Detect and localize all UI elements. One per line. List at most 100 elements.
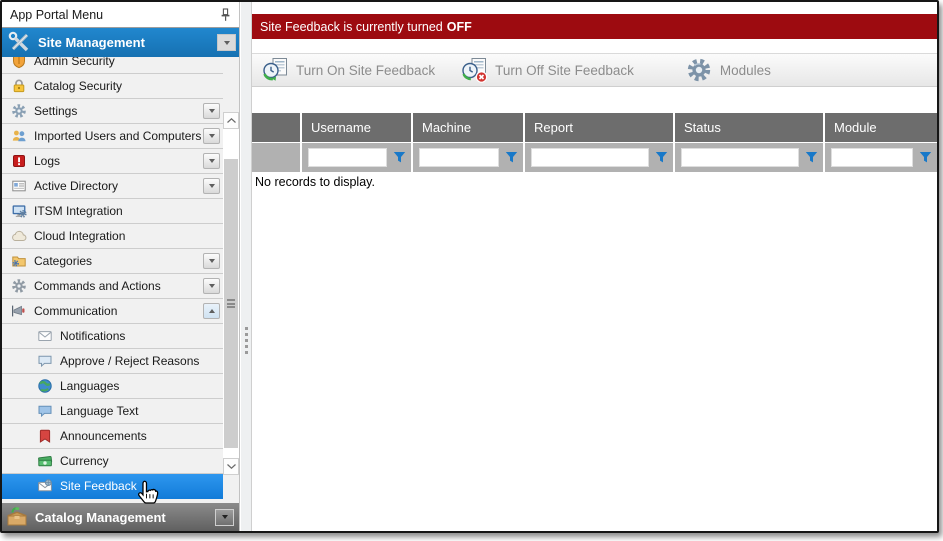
column-header-username[interactable]: Username xyxy=(302,113,411,142)
sidebar-item-label: Cloud Integration xyxy=(34,229,125,243)
sidebar-header: App Portal Menu xyxy=(2,2,239,28)
report-filter-input[interactable] xyxy=(531,148,649,167)
chevron-down-icon[interactable] xyxy=(203,253,220,269)
button-label: Turn Off Site Feedback xyxy=(495,63,634,78)
grid-filter-row xyxy=(252,143,937,172)
speech-bubble-icon xyxy=(37,353,53,369)
chevron-down-icon[interactable] xyxy=(215,509,234,526)
column-header-report[interactable]: Report xyxy=(525,113,673,142)
banner-status: OFF xyxy=(447,20,472,34)
splitter-grip-icon xyxy=(245,324,248,357)
sidebar-item-itsm-integration[interactable]: ITSM Integration xyxy=(2,199,223,224)
sidebar-item-label: Commands and Actions xyxy=(34,279,161,293)
monitor-gear-icon xyxy=(11,203,27,219)
sidebar-item-site-feedback[interactable]: Site Feedback xyxy=(2,474,223,499)
sidebar-item-label: Active Directory xyxy=(34,179,118,193)
status-filter-input[interactable] xyxy=(681,148,799,167)
feedback-envelope-icon xyxy=(37,478,53,494)
panel-splitter[interactable] xyxy=(241,2,252,531)
bookmark-icon xyxy=(37,428,53,444)
filter-cell-handle xyxy=(252,143,300,172)
column-header-status[interactable]: Status xyxy=(675,113,823,142)
chevron-down-icon[interactable] xyxy=(203,278,220,294)
sidebar-title: App Portal Menu xyxy=(10,8,219,22)
column-header-handle xyxy=(252,113,300,142)
sidebar-item-currency[interactable]: Currency xyxy=(2,449,223,474)
banner-text: Site Feedback is currently turned xyxy=(260,20,443,34)
sidebar-item-notifications[interactable]: Notifications xyxy=(2,324,223,349)
sidebar-item-cloud-integration[interactable]: Cloud Integration xyxy=(2,224,223,249)
grid-header-row: Username Machine Report Status Module xyxy=(252,113,937,142)
sidebar-item-commands-and-actions[interactable]: Commands and Actions xyxy=(2,274,223,299)
section-label: Site Management xyxy=(38,35,217,50)
username-filter-input[interactable] xyxy=(308,148,387,167)
gear-icon xyxy=(11,103,27,119)
sidebar-section-site-management[interactable]: Site Management xyxy=(2,28,239,57)
sidebar-item-approve-reject-reasons[interactable]: Approve / Reject Reasons xyxy=(2,349,223,374)
modules-button[interactable]: Modules xyxy=(686,57,771,83)
sidebar-item-communication[interactable]: Communication xyxy=(2,299,223,324)
empty-message: No records to display. xyxy=(255,175,375,189)
filter-funnel-icon[interactable] xyxy=(655,151,668,164)
sidebar-item-label: Logs xyxy=(34,154,60,168)
sidebar-item-label: Communication xyxy=(34,304,117,318)
column-header-machine[interactable]: Machine xyxy=(413,113,523,142)
turn-off-site-feedback-button[interactable]: Turn Off Site Feedback xyxy=(461,57,634,83)
filter-funnel-icon[interactable] xyxy=(919,151,932,164)
chevron-up-icon[interactable] xyxy=(203,303,220,319)
sidebar-item-settings[interactable]: Settings xyxy=(2,99,223,124)
pin-icon[interactable] xyxy=(219,8,232,22)
sidebar-item-label: Notifications xyxy=(60,329,125,343)
feedback-off-icon xyxy=(461,57,488,83)
main-panel: Site Feedback is currently turned OFF Tu… xyxy=(252,2,937,531)
id-card-icon xyxy=(11,178,27,194)
feedback-on-icon xyxy=(262,57,289,83)
filter-cell-module xyxy=(825,143,937,172)
filter-funnel-icon[interactable] xyxy=(505,151,518,164)
sidebar-item-announcements[interactable]: Announcements xyxy=(2,424,223,449)
shield-icon xyxy=(11,57,27,69)
sidebar-item-label: Approve / Reject Reasons xyxy=(60,354,199,368)
chevron-down-icon[interactable] xyxy=(217,34,236,51)
module-filter-input[interactable] xyxy=(831,148,913,167)
scroll-down-icon[interactable] xyxy=(223,458,239,475)
logs-alert-icon xyxy=(11,153,27,169)
button-label: Modules xyxy=(720,63,771,78)
chevron-down-icon[interactable] xyxy=(203,103,220,119)
cloud-icon xyxy=(11,228,27,244)
status-banner: Site Feedback is currently turned OFF xyxy=(252,14,937,39)
column-header-module[interactable]: Module xyxy=(825,113,937,142)
sidebar-item-imported-users-and-computers[interactable]: Imported Users and Computers xyxy=(2,124,223,149)
speech-bubble-icon xyxy=(37,403,53,419)
sidebar-item-language-text[interactable]: Language Text xyxy=(2,399,223,424)
chevron-down-icon[interactable] xyxy=(203,178,220,194)
feedback-grid: Username Machine Report Status Module xyxy=(252,113,937,172)
sidebar-scrollbar[interactable] xyxy=(223,112,239,475)
sidebar-item-categories[interactable]: Categories xyxy=(2,249,223,274)
chevron-down-icon[interactable] xyxy=(203,153,220,169)
tools-icon xyxy=(7,31,32,54)
sidebar-item-label: Languages xyxy=(60,379,119,393)
sidebar-section-catalog-management[interactable]: Catalog Management xyxy=(2,503,239,531)
sidebar-item-label: Categories xyxy=(34,254,92,268)
machine-filter-input[interactable] xyxy=(419,148,499,167)
turn-on-site-feedback-button[interactable]: Turn On Site Feedback xyxy=(262,57,435,83)
sidebar-item-admin-security[interactable]: Admin Security xyxy=(2,57,223,74)
scrollbar-thumb[interactable] xyxy=(224,159,238,448)
users-icon xyxy=(11,128,27,144)
sidebar-item-languages[interactable]: Languages xyxy=(2,374,223,399)
scroll-up-icon[interactable] xyxy=(223,112,239,129)
sidebar-item-label: Admin Security xyxy=(34,57,115,68)
sidebar-item-active-directory[interactable]: Active Directory xyxy=(2,174,223,199)
toolbar: Turn On Site Feedback Turn Off Site Feed… xyxy=(252,53,937,87)
filter-funnel-icon[interactable] xyxy=(393,151,406,164)
app-window: App Portal Menu Site Management Admin Se… xyxy=(0,0,939,533)
sidebar-item-catalog-security[interactable]: Catalog Security xyxy=(2,74,223,99)
box-icon xyxy=(5,505,29,529)
chevron-down-icon[interactable] xyxy=(203,128,220,144)
hand-cursor-icon xyxy=(134,479,162,512)
sidebar-item-logs[interactable]: Logs xyxy=(2,149,223,174)
filter-funnel-icon[interactable] xyxy=(805,151,818,164)
sidebar-item-label: Site Feedback xyxy=(60,479,137,493)
sidebar: App Portal Menu Site Management Admin Se… xyxy=(2,2,240,531)
